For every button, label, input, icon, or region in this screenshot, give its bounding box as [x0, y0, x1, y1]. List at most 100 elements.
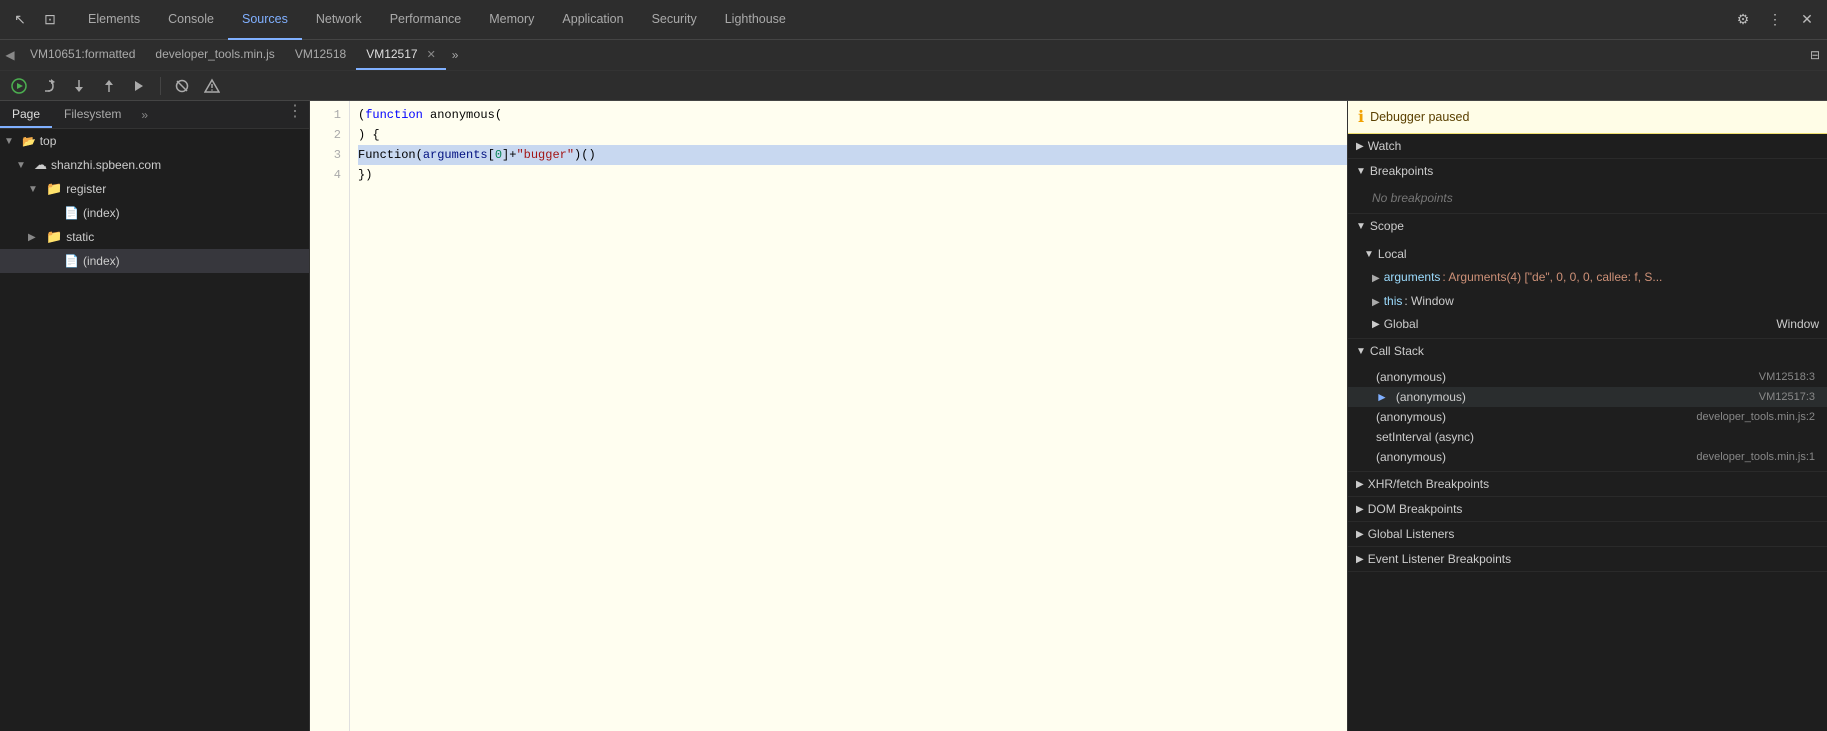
cs-name-0: (anonymous)	[1376, 370, 1446, 384]
step-into-btn[interactable]	[66, 73, 92, 99]
code-editor: 1 2 3 4 (function anonymous( ) { Functio…	[310, 101, 1347, 731]
file-icon-index: 📄	[64, 254, 79, 268]
ft-more-tabs[interactable]: »	[133, 101, 156, 128]
code-lines[interactable]: (function anonymous( ) { Function(argume…	[350, 101, 1347, 731]
tree-item-index[interactable]: 📄 (index)	[0, 249, 309, 273]
code-line-1: (function anonymous(	[358, 105, 1347, 125]
code-line-4: })	[358, 165, 1347, 185]
tree-item-register[interactable]: ▼ 📁 register	[0, 177, 309, 201]
global-listeners-section: ▶ Global Listeners	[1348, 522, 1827, 547]
devtools-topbar: ↖ ⊡ Elements Console Sources Network Per…	[0, 0, 1827, 40]
cs-name-4: (anonymous)	[1376, 450, 1446, 464]
tab-developer-tools-min[interactable]: developer_tools.min.js	[145, 40, 284, 70]
scope-header[interactable]: ▼ Scope	[1348, 214, 1827, 238]
watch-header[interactable]: ▶ Watch	[1348, 134, 1827, 158]
resume-btn[interactable]	[6, 73, 32, 99]
event-listener-header[interactable]: ▶ Event Listener Breakpoints	[1348, 547, 1827, 571]
local-label: Local	[1378, 247, 1407, 261]
no-breakpoints-text: No breakpoints	[1348, 187, 1827, 209]
dom-section: ▶ DOM Breakpoints	[1348, 497, 1827, 522]
tree-label-index: (index)	[83, 254, 120, 268]
tab-vm12517[interactable]: VM12517 ✕	[356, 40, 446, 70]
global-listeners-header[interactable]: ▶ Global Listeners	[1348, 522, 1827, 546]
scope-content: ▼ Local ▶ arguments : Arguments(4) ["de"…	[1348, 238, 1827, 338]
folder-icon-static: 📁	[46, 229, 62, 245]
dom-label: DOM Breakpoints	[1368, 502, 1463, 516]
debugger-paused-text: Debugger paused	[1370, 110, 1469, 124]
tab-vm12518[interactable]: VM12518	[285, 40, 356, 70]
tree-label-register: register	[66, 182, 106, 196]
tab-lighthouse[interactable]: Lighthouse	[711, 0, 800, 40]
code-content-area[interactable]: 1 2 3 4 (function anonymous( ) { Functio…	[310, 101, 1347, 731]
more-tabs-btn[interactable]: »	[446, 48, 465, 62]
tab-security[interactable]: Security	[638, 0, 711, 40]
tab-elements[interactable]: Elements	[74, 0, 154, 40]
event-listener-section: ▶ Event Listener Breakpoints	[1348, 547, 1827, 572]
cs-item-4[interactable]: (anonymous) developer_tools.min.js:1	[1348, 447, 1827, 467]
step-out-btn[interactable]	[96, 73, 122, 99]
callstack-section: ▼ Call Stack (anonymous) VM12518:3 ► (an…	[1348, 339, 1827, 472]
tab-console[interactable]: Console	[154, 0, 228, 40]
dom-header[interactable]: ▶ DOM Breakpoints	[1348, 497, 1827, 521]
pause-on-exceptions-btn[interactable]	[199, 73, 225, 99]
close-devtools-icon[interactable]: ✕	[1795, 8, 1819, 32]
tree-label-top: top	[40, 134, 57, 148]
breakpoints-arrow: ▼	[1356, 166, 1366, 177]
tree-item-register-index[interactable]: 📄 (index)	[0, 201, 309, 225]
tab-memory[interactable]: Memory	[475, 0, 548, 40]
arguments-expand-arrow: ▶	[1372, 270, 1380, 288]
ft-menu-btn[interactable]: ⋮	[281, 101, 309, 128]
tree-label-shanzhi: shanzhi.spbeen.com	[51, 158, 161, 172]
tree-item-top[interactable]: ▼ 📂 top	[0, 129, 309, 153]
file-tree-panel: Page Filesystem » ⋮ ▼ 📂 top ▼ ☁ shanzhi.…	[0, 101, 310, 731]
scope-key-arguments: arguments	[1384, 268, 1441, 286]
tab-sources[interactable]: Sources	[228, 0, 302, 40]
xhr-section: ▶ XHR/fetch Breakpoints	[1348, 472, 1827, 497]
scope-this[interactable]: ▶ this : Window	[1348, 290, 1827, 314]
cs-item-0[interactable]: (anonymous) VM12518:3	[1348, 367, 1827, 387]
global-value: Window	[1776, 317, 1819, 331]
inspect-element-icon[interactable]: ↖	[8, 8, 32, 32]
tab-network[interactable]: Network	[302, 0, 376, 40]
callstack-header[interactable]: ▼ Call Stack	[1348, 339, 1827, 363]
more-options-icon[interactable]: ⋮	[1763, 8, 1787, 32]
collapse-filetree-btn[interactable]: ◀	[0, 43, 20, 67]
tab-vm10651-formatted[interactable]: VM10651:formatted	[20, 40, 145, 70]
cs-item-3[interactable]: setInterval (async)	[1348, 427, 1827, 447]
xhr-arrow: ▶	[1356, 479, 1364, 490]
scope-label: Scope	[1370, 219, 1404, 233]
breakpoints-header[interactable]: ▼ Breakpoints	[1348, 159, 1827, 183]
cs-item-1[interactable]: ► (anonymous) VM12517:3	[1348, 387, 1827, 407]
xhr-header[interactable]: ▶ XHR/fetch Breakpoints	[1348, 472, 1827, 496]
debug-toolbar	[0, 71, 1827, 101]
cs-item-2[interactable]: (anonymous) developer_tools.min.js:2	[1348, 407, 1827, 427]
breakpoints-label: Breakpoints	[1370, 164, 1433, 178]
global-scope-row[interactable]: ▶ Global Window	[1348, 314, 1827, 334]
tab-performance[interactable]: Performance	[376, 0, 476, 40]
info-icon: ℹ	[1358, 107, 1364, 127]
tree-item-static[interactable]: ▶ 📁 static	[0, 225, 309, 249]
this-expand-arrow: ▶	[1372, 294, 1380, 312]
breakpoints-section: ▼ Breakpoints No breakpoints	[1348, 159, 1827, 214]
tab-application[interactable]: Application	[548, 0, 637, 40]
deactivate-breakpoints-btn[interactable]	[169, 73, 195, 99]
global-listeners-label: Global Listeners	[1368, 527, 1455, 541]
scope-key-this: this	[1384, 292, 1403, 310]
code-line-2: ) {	[358, 125, 1347, 145]
tree-arrow-top: ▼	[4, 136, 18, 147]
tree-item-shanzhi[interactable]: ▼ ☁ shanzhi.spbeen.com	[0, 153, 309, 177]
scope-value-this: : Window	[1404, 292, 1453, 310]
step-over-btn[interactable]	[36, 73, 62, 99]
scope-arguments[interactable]: ▶ arguments : Arguments(4) ["de", 0, 0, …	[1348, 266, 1827, 290]
local-scope-header[interactable]: ▼ Local	[1348, 242, 1827, 266]
event-listener-arrow: ▶	[1356, 554, 1364, 565]
ft-tab-page[interactable]: Page	[0, 101, 52, 128]
line-numbers: 1 2 3 4	[310, 101, 350, 731]
close-tab-vm12517[interactable]: ✕	[427, 48, 436, 61]
close-editor-btn[interactable]: ⊟	[1803, 43, 1827, 67]
device-mode-icon[interactable]: ⊡	[38, 8, 62, 32]
step-btn[interactable]	[126, 73, 152, 99]
ft-tab-filesystem[interactable]: Filesystem	[52, 101, 133, 128]
settings-icon[interactable]: ⚙	[1731, 8, 1755, 32]
file-icon-register-index: 📄	[64, 206, 79, 220]
